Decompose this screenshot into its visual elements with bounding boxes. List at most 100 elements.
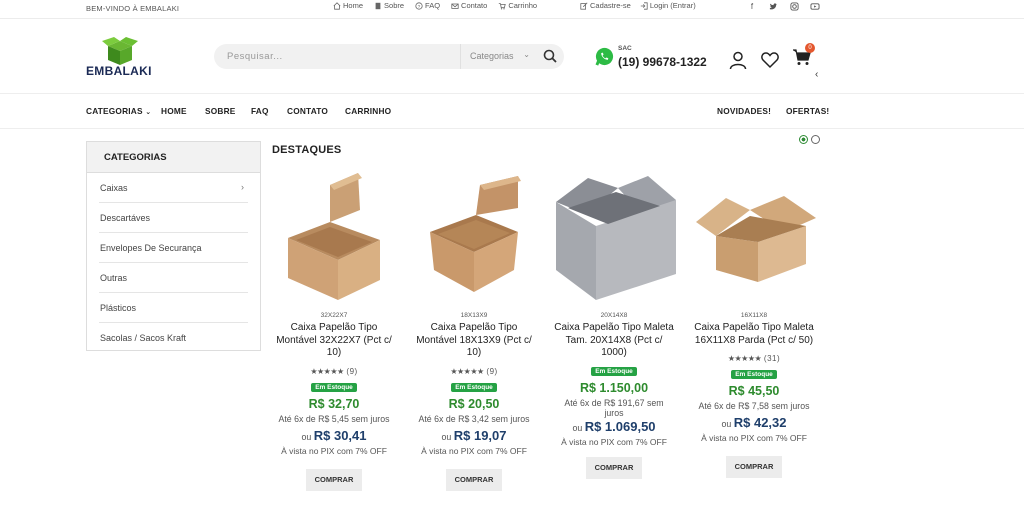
pix-price: R$ 30,41 bbox=[313, 427, 367, 443]
instagram-icon[interactable] bbox=[789, 1, 799, 11]
product-name[interactable]: Caixa Papelão Tipo Montável 32X22X7 (Pct… bbox=[268, 322, 400, 360]
top-links: Home Sobre ? FAQ Contato Carrinho bbox=[333, 1, 537, 10]
cart-count-badge: 0 bbox=[805, 43, 815, 53]
stock-badge: Em Estoque bbox=[591, 366, 637, 376]
buy-button[interactable]: COMPRAR bbox=[586, 456, 642, 479]
carousel-dot[interactable] bbox=[811, 135, 820, 144]
top-link-sobre[interactable]: Sobre bbox=[374, 1, 404, 10]
product-name[interactable]: Caixa Papelão Tipo Maleta 16X11X8 Parda … bbox=[688, 322, 820, 347]
nav-novidades[interactable]: NOVIDADES! bbox=[717, 106, 771, 116]
product-name[interactable]: Caixa Papelão Tipo Maleta Tam. 20X14X8 (… bbox=[548, 322, 680, 360]
sidebar-item-plasticos[interactable]: Plásticos bbox=[99, 293, 248, 323]
product-card[interactable]: 32X22X7 Caixa Papelão Tipo Montável 32X2… bbox=[268, 170, 400, 491]
product-price: R$ 1.150,00 bbox=[579, 380, 649, 395]
category-select-label: Categorias bbox=[470, 51, 514, 61]
pix-price-row: ou R$ 1.069,50 bbox=[548, 419, 680, 434]
login-label: Login (Entrar) bbox=[649, 1, 696, 10]
nav-categories[interactable]: CATEGORIAS ⌄ bbox=[86, 106, 151, 116]
product-sku: 18X13X9 bbox=[460, 312, 488, 319]
envelope-icon bbox=[451, 3, 459, 9]
facebook-icon[interactable]: f bbox=[747, 1, 757, 11]
category-select[interactable]: Categorias ⌄ bbox=[460, 44, 538, 69]
sidebar-item-envelopes[interactable]: Envelopes De Securança bbox=[99, 233, 248, 263]
pix-text: À vista no PIX com 7% OFF bbox=[561, 436, 667, 447]
product-image[interactable] bbox=[268, 170, 400, 302]
nav-home[interactable]: HOME bbox=[161, 106, 187, 116]
site-header: EMBALAKI Pesquisar... Categorias ⌄ SAC (… bbox=[0, 20, 1024, 94]
sidebar-item-label: Plásticos bbox=[100, 303, 137, 313]
chevron-left-icon[interactable]: ‹ bbox=[815, 69, 818, 80]
nav-contato[interactable]: CONTATO bbox=[287, 106, 328, 116]
installments: Até 6x de R$ 5,45 sem juros bbox=[278, 413, 390, 424]
nav-faq[interactable]: FAQ bbox=[251, 106, 269, 116]
pix-price: R$ 42,32 bbox=[733, 415, 787, 430]
register-label: Cadastre-se bbox=[590, 1, 631, 10]
product-card[interactable]: 16X11X8 Caixa Papelão Tipo Maleta 16X11X… bbox=[688, 170, 820, 478]
heart-icon[interactable] bbox=[760, 50, 780, 70]
buy-button[interactable]: COMPRAR bbox=[446, 468, 502, 491]
whatsapp-icon bbox=[595, 47, 614, 66]
product-card[interactable]: 20X14X8 Caixa Papelão Tipo Maleta Tam. 2… bbox=[548, 170, 680, 479]
sidebar-item-sacolas[interactable]: Sacolas / Sacos Kraft bbox=[99, 323, 248, 353]
installments: Até 6x de R$ 7,58 sem juros bbox=[698, 401, 810, 411]
product-sku: 16X11X8 bbox=[740, 312, 768, 319]
carousel-dot-active[interactable] bbox=[799, 135, 808, 144]
product-image[interactable] bbox=[688, 170, 820, 302]
pix-prefix: ou bbox=[441, 431, 452, 442]
login-link[interactable]: Login (Entrar) bbox=[640, 1, 696, 10]
top-link-contato[interactable]: Contato bbox=[451, 1, 487, 10]
pix-price-row: ou R$ 30,41 bbox=[268, 428, 400, 443]
account-links: Cadastre-se Login (Entrar) bbox=[580, 1, 696, 10]
welcome-text: BEM-VINDO À EMBALAKI bbox=[86, 4, 180, 13]
buy-button[interactable]: COMPRAR bbox=[306, 468, 362, 491]
stock-badge: Em Estoque bbox=[451, 382, 497, 392]
product-rating: ★★★★★ (9) bbox=[408, 367, 540, 376]
box-logo-icon bbox=[102, 37, 138, 65]
top-link-home[interactable]: Home bbox=[333, 1, 363, 10]
product-image[interactable] bbox=[408, 170, 540, 302]
svg-text:?: ? bbox=[418, 4, 421, 10]
question-icon: ? bbox=[415, 1, 423, 10]
product-price: R$ 45,50 bbox=[728, 384, 780, 398]
cart-button[interactable]: 0 bbox=[792, 43, 815, 72]
top-link-contato-label: Contato bbox=[461, 1, 488, 10]
product-image[interactable] bbox=[548, 170, 680, 302]
product-card[interactable]: 18X13X9 Caixa Papelão Tipo Montável 18X1… bbox=[408, 170, 540, 491]
sidebar-item-caixas[interactable]: Caixas › bbox=[99, 173, 248, 203]
review-count: (9) bbox=[346, 366, 358, 376]
sidebar-item-label: Caixas bbox=[100, 183, 128, 193]
buy-button[interactable]: COMPRAR bbox=[726, 456, 782, 478]
installments: Até 6x de R$ 3,42 sem juros bbox=[418, 413, 530, 424]
open-box-image bbox=[430, 176, 521, 292]
search-input[interactable]: Pesquisar... bbox=[227, 51, 283, 62]
sidebar-item-label: Descartáves bbox=[100, 213, 151, 223]
sidebar-item-descartaves[interactable]: Descartáves bbox=[99, 203, 248, 233]
top-link-sobre-label: Sobre bbox=[384, 1, 405, 10]
top-link-home-label: Home bbox=[343, 1, 364, 10]
pix-price-row: ou R$ 42,32 bbox=[688, 415, 820, 430]
top-link-faq[interactable]: ? FAQ bbox=[415, 1, 440, 10]
sidebar-title: CATEGORIAS bbox=[87, 142, 260, 173]
register-link[interactable]: Cadastre-se bbox=[580, 1, 631, 10]
nav-carrinho[interactable]: CARRINHO bbox=[345, 106, 391, 116]
logo-text: EMBALAKI bbox=[86, 64, 152, 78]
edit-icon bbox=[580, 2, 588, 10]
grey-box-image bbox=[556, 176, 676, 300]
top-link-carrinho[interactable]: Carrinho bbox=[498, 1, 537, 10]
main-nav: CATEGORIAS ⌄ HOME SOBRE FAQ CONTATO CARR… bbox=[0, 94, 1024, 129]
search-icon[interactable] bbox=[542, 48, 558, 64]
product-name[interactable]: Caixa Papelão Tipo Montável 18X13X9 (Pct… bbox=[408, 322, 540, 360]
sidebar-item-label: Outras bbox=[100, 273, 128, 283]
site-logo[interactable]: EMBALAKI bbox=[86, 36, 156, 80]
pix-prefix: ou bbox=[572, 422, 583, 433]
sac-label: SAC bbox=[618, 45, 632, 52]
nav-ofertas[interactable]: OFERTAS! bbox=[786, 106, 829, 116]
twitter-icon[interactable] bbox=[768, 1, 778, 11]
chevron-down-icon: ⌄ bbox=[523, 50, 530, 59]
nav-sobre[interactable]: SOBRE bbox=[205, 106, 236, 116]
product-sku: 32X22X7 bbox=[320, 312, 348, 319]
carousel-dots bbox=[799, 135, 820, 144]
sidebar-item-outras[interactable]: Outras bbox=[99, 263, 248, 293]
user-icon[interactable] bbox=[728, 50, 748, 70]
youtube-icon[interactable] bbox=[810, 1, 820, 11]
